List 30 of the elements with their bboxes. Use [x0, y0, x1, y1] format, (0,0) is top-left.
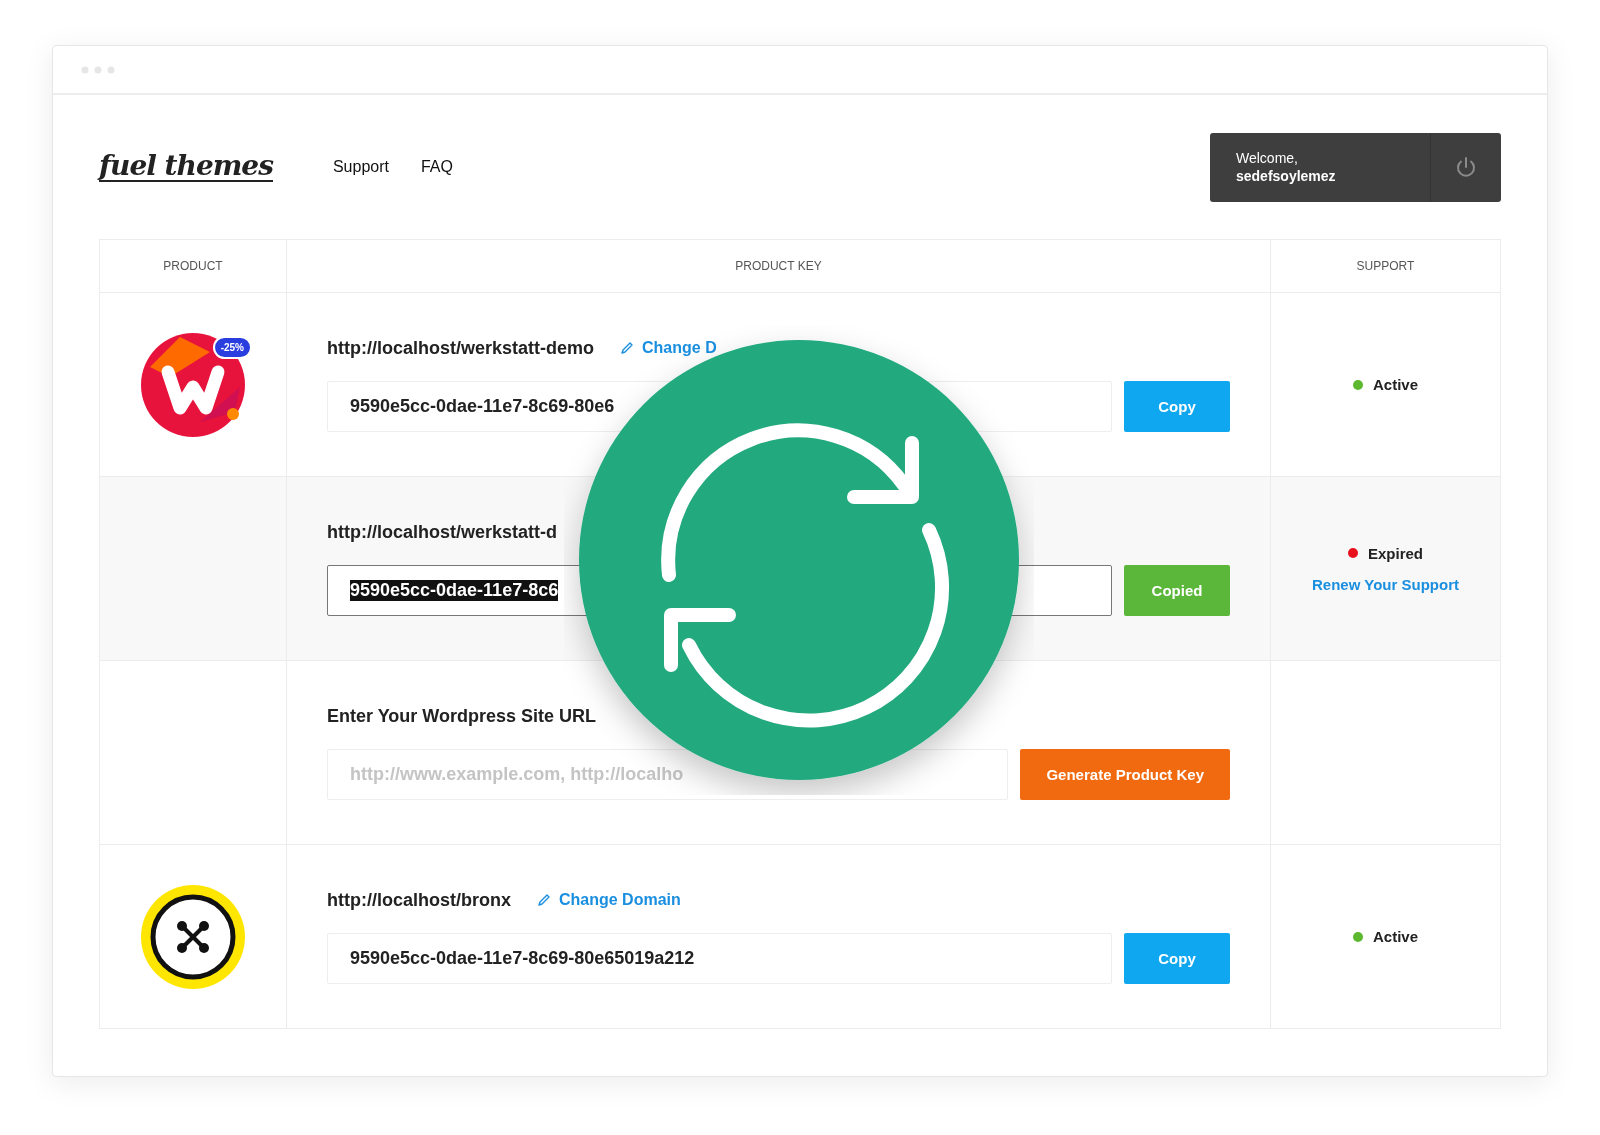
- status-label: Active: [1373, 376, 1418, 393]
- window-dots-icon: [81, 65, 115, 74]
- status-label: Active: [1373, 928, 1418, 945]
- power-icon: [1454, 155, 1478, 179]
- column-header: SUPPORT: [1355, 258, 1416, 275]
- copy-button[interactable]: Copy: [1124, 932, 1230, 984]
- pencil-icon: [620, 341, 635, 355]
- logo[interactable]: fuel themes: [99, 152, 273, 182]
- form-title: Enter Your Wordpress Site URL: [327, 705, 597, 727]
- generate-key-button[interactable]: Generate Product Key: [1020, 748, 1230, 800]
- renew-support-link[interactable]: Renew Your Support: [1312, 575, 1459, 593]
- copy-button[interactable]: Copied: [1124, 564, 1230, 616]
- pencil-icon: [537, 893, 551, 907]
- product-logo-icon: [140, 331, 246, 438]
- nav-link[interactable]: FAQ: [420, 158, 453, 176]
- domain-url: http://localhost/werkstatt-demo: [327, 337, 595, 359]
- product-key-field[interactable]: 9590e5cc-0dae-11e7-8c69-80e65019a212: [327, 932, 1112, 984]
- discount-badge: -25%: [212, 335, 252, 359]
- nav-link[interactable]: Support: [332, 158, 389, 176]
- change-domain-link[interactable]: Change D: [620, 339, 717, 357]
- status-label: Expired: [1368, 544, 1423, 562]
- column-header: PRODUCT: [100, 240, 287, 292]
- welcome-text: Welcome,: [1236, 150, 1299, 166]
- domain-url: http://localhost/werkstatt-d: [327, 521, 557, 543]
- column-header: PRODUCT KEY: [287, 240, 1271, 292]
- copy-button[interactable]: Copy: [1124, 380, 1230, 432]
- change-domain-link[interactable]: Change Domain: [537, 891, 681, 909]
- domain-url: http://localhost/bronx: [327, 889, 511, 911]
- product-logo-icon: [140, 883, 246, 990]
- username: sedefsoylemez: [1236, 168, 1337, 184]
